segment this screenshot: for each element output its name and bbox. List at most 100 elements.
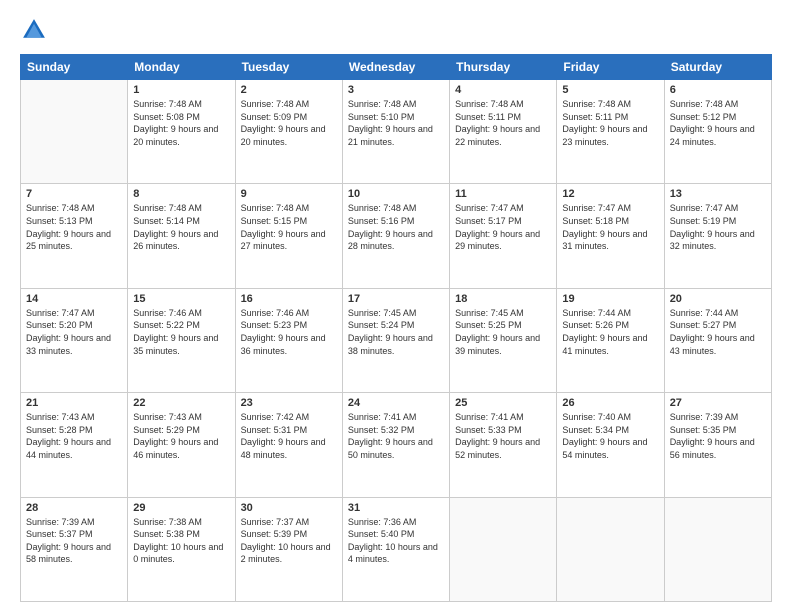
calendar-cell: 20 Sunrise: 7:44 AMSunset: 5:27 PMDayligh… xyxy=(664,288,771,392)
day-info: Sunrise: 7:48 AMSunset: 5:13 PMDaylight:… xyxy=(26,202,122,252)
calendar-cell xyxy=(557,497,664,601)
day-info: Sunrise: 7:38 AMSunset: 5:38 PMDaylight:… xyxy=(133,516,229,566)
calendar-header-tuesday: Tuesday xyxy=(235,55,342,80)
day-info: Sunrise: 7:48 AMSunset: 5:14 PMDaylight:… xyxy=(133,202,229,252)
day-number: 15 xyxy=(133,293,229,305)
calendar-cell: 19Sunrise: 7:44 AMSunset: 5:26 PMDayligh… xyxy=(557,288,664,392)
day-number: 2 xyxy=(241,84,337,96)
day-info: Sunrise: 7:39 AMSunset: 5:37 PMDaylight:… xyxy=(26,516,122,566)
calendar-cell: 2 Sunrise: 7:48 AMSunset: 5:09 PMDaylight… xyxy=(235,80,342,184)
calendar-table: SundayMondayTuesdayWednesdayThursdayFrid… xyxy=(20,54,772,602)
calendar-cell: 30 Sunrise: 7:37 AMSunset: 5:39 PMDayligh… xyxy=(235,497,342,601)
day-info: Sunrise: 7:46 AMSunset: 5:22 PMDaylight:… xyxy=(133,307,229,357)
day-info: Sunrise: 7:48 AMSunset: 5:11 PMDaylight:… xyxy=(562,98,658,148)
header xyxy=(20,16,772,44)
calendar-cell: 3 Sunrise: 7:48 AMSunset: 5:10 PMDaylight… xyxy=(342,80,449,184)
calendar-week-1: 1 Sunrise: 7:48 AMSunset: 5:08 PMDaylight… xyxy=(21,80,772,184)
calendar-cell: 10 Sunrise: 7:48 AMSunset: 5:16 PMDayligh… xyxy=(342,184,449,288)
day-info: Sunrise: 7:47 AMSunset: 5:17 PMDaylight:… xyxy=(455,202,551,252)
calendar-cell: 15 Sunrise: 7:46 AMSunset: 5:22 PMDayligh… xyxy=(128,288,235,392)
day-number: 17 xyxy=(348,293,444,305)
calendar-week-3: 14Sunrise: 7:47 AMSunset: 5:20 PMDayligh… xyxy=(21,288,772,392)
day-number: 25 xyxy=(455,397,551,409)
calendar-week-4: 21 Sunrise: 7:43 AMSunset: 5:28 PMDayligh… xyxy=(21,393,772,497)
day-info: Sunrise: 7:43 AMSunset: 5:29 PMDaylight:… xyxy=(133,411,229,461)
calendar-header-friday: Friday xyxy=(557,55,664,80)
calendar-header-monday: Monday xyxy=(128,55,235,80)
day-number: 29 xyxy=(133,502,229,514)
day-info: Sunrise: 7:37 AMSunset: 5:39 PMDaylight:… xyxy=(241,516,337,566)
calendar-header-row: SundayMondayTuesdayWednesdayThursdayFrid… xyxy=(21,55,772,80)
calendar-header-thursday: Thursday xyxy=(450,55,557,80)
calendar-header-wednesday: Wednesday xyxy=(342,55,449,80)
calendar-cell: 16 Sunrise: 7:46 AMSunset: 5:23 PMDayligh… xyxy=(235,288,342,392)
calendar-header-saturday: Saturday xyxy=(664,55,771,80)
day-number: 7 xyxy=(26,188,122,200)
day-number: 14 xyxy=(26,293,122,305)
day-info: Sunrise: 7:48 AMSunset: 5:11 PMDaylight:… xyxy=(455,98,551,148)
day-number: 18 xyxy=(455,293,551,305)
day-info: Sunrise: 7:48 AMSunset: 5:08 PMDaylight:… xyxy=(133,98,229,148)
calendar-cell: 23 Sunrise: 7:42 AMSunset: 5:31 PMDayligh… xyxy=(235,393,342,497)
calendar-cell: 12Sunrise: 7:47 AMSunset: 5:18 PMDayligh… xyxy=(557,184,664,288)
day-info: Sunrise: 7:43 AMSunset: 5:28 PMDaylight:… xyxy=(26,411,122,461)
day-info: Sunrise: 7:44 AMSunset: 5:27 PMDaylight:… xyxy=(670,307,766,357)
day-number: 10 xyxy=(348,188,444,200)
day-info: Sunrise: 7:45 AMSunset: 5:25 PMDaylight:… xyxy=(455,307,551,357)
logo-icon xyxy=(20,16,48,44)
calendar-cell: 9 Sunrise: 7:48 AMSunset: 5:15 PMDaylight… xyxy=(235,184,342,288)
day-info: Sunrise: 7:48 AMSunset: 5:09 PMDaylight:… xyxy=(241,98,337,148)
day-number: 12 xyxy=(562,188,658,200)
day-info: Sunrise: 7:48 AMSunset: 5:15 PMDaylight:… xyxy=(241,202,337,252)
calendar-cell: 8 Sunrise: 7:48 AMSunset: 5:14 PMDaylight… xyxy=(128,184,235,288)
calendar-cell: 13Sunrise: 7:47 AMSunset: 5:19 PMDayligh… xyxy=(664,184,771,288)
day-number: 11 xyxy=(455,188,551,200)
day-number: 19 xyxy=(562,293,658,305)
day-number: 3 xyxy=(348,84,444,96)
day-info: Sunrise: 7:41 AMSunset: 5:32 PMDaylight:… xyxy=(348,411,444,461)
day-number: 23 xyxy=(241,397,337,409)
day-number: 21 xyxy=(26,397,122,409)
logo xyxy=(20,16,52,44)
day-info: Sunrise: 7:48 AMSunset: 5:16 PMDaylight:… xyxy=(348,202,444,252)
calendar-cell: 31 Sunrise: 7:36 AMSunset: 5:40 PMDayligh… xyxy=(342,497,449,601)
day-info: Sunrise: 7:41 AMSunset: 5:33 PMDaylight:… xyxy=(455,411,551,461)
calendar-cell: 24 Sunrise: 7:41 AMSunset: 5:32 PMDayligh… xyxy=(342,393,449,497)
calendar-cell: 14Sunrise: 7:47 AMSunset: 5:20 PMDayligh… xyxy=(21,288,128,392)
calendar-cell: 7 Sunrise: 7:48 AMSunset: 5:13 PMDaylight… xyxy=(21,184,128,288)
day-number: 5 xyxy=(562,84,658,96)
day-info: Sunrise: 7:36 AMSunset: 5:40 PMDaylight:… xyxy=(348,516,444,566)
day-number: 30 xyxy=(241,502,337,514)
calendar-cell: 4 Sunrise: 7:48 AMSunset: 5:11 PMDaylight… xyxy=(450,80,557,184)
day-number: 20 xyxy=(670,293,766,305)
calendar-cell: 18 Sunrise: 7:45 AMSunset: 5:25 PMDayligh… xyxy=(450,288,557,392)
day-info: Sunrise: 7:46 AMSunset: 5:23 PMDaylight:… xyxy=(241,307,337,357)
day-number: 1 xyxy=(133,84,229,96)
day-number: 6 xyxy=(670,84,766,96)
calendar-week-2: 7 Sunrise: 7:48 AMSunset: 5:13 PMDaylight… xyxy=(21,184,772,288)
day-info: Sunrise: 7:39 AMSunset: 5:35 PMDaylight:… xyxy=(670,411,766,461)
calendar-cell: 28 Sunrise: 7:39 AMSunset: 5:37 PMDayligh… xyxy=(21,497,128,601)
day-number: 31 xyxy=(348,502,444,514)
day-number: 8 xyxy=(133,188,229,200)
day-number: 16 xyxy=(241,293,337,305)
calendar-cell: 22 Sunrise: 7:43 AMSunset: 5:29 PMDayligh… xyxy=(128,393,235,497)
calendar-cell: 5 Sunrise: 7:48 AMSunset: 5:11 PMDaylight… xyxy=(557,80,664,184)
day-number: 9 xyxy=(241,188,337,200)
calendar-cell xyxy=(664,497,771,601)
day-info: Sunrise: 7:42 AMSunset: 5:31 PMDaylight:… xyxy=(241,411,337,461)
calendar-cell: 27 Sunrise: 7:39 AMSunset: 5:35 PMDayligh… xyxy=(664,393,771,497)
day-number: 24 xyxy=(348,397,444,409)
calendar-cell xyxy=(450,497,557,601)
calendar-cell: 17Sunrise: 7:45 AMSunset: 5:24 PMDayligh… xyxy=(342,288,449,392)
calendar-cell: 1 Sunrise: 7:48 AMSunset: 5:08 PMDaylight… xyxy=(128,80,235,184)
day-info: Sunrise: 7:48 AMSunset: 5:12 PMDaylight:… xyxy=(670,98,766,148)
day-number: 4 xyxy=(455,84,551,96)
day-info: Sunrise: 7:47 AMSunset: 5:19 PMDaylight:… xyxy=(670,202,766,252)
calendar-header-sunday: Sunday xyxy=(21,55,128,80)
day-info: Sunrise: 7:48 AMSunset: 5:10 PMDaylight:… xyxy=(348,98,444,148)
calendar-cell: 6 Sunrise: 7:48 AMSunset: 5:12 PMDaylight… xyxy=(664,80,771,184)
day-number: 27 xyxy=(670,397,766,409)
day-number: 22 xyxy=(133,397,229,409)
day-number: 28 xyxy=(26,502,122,514)
